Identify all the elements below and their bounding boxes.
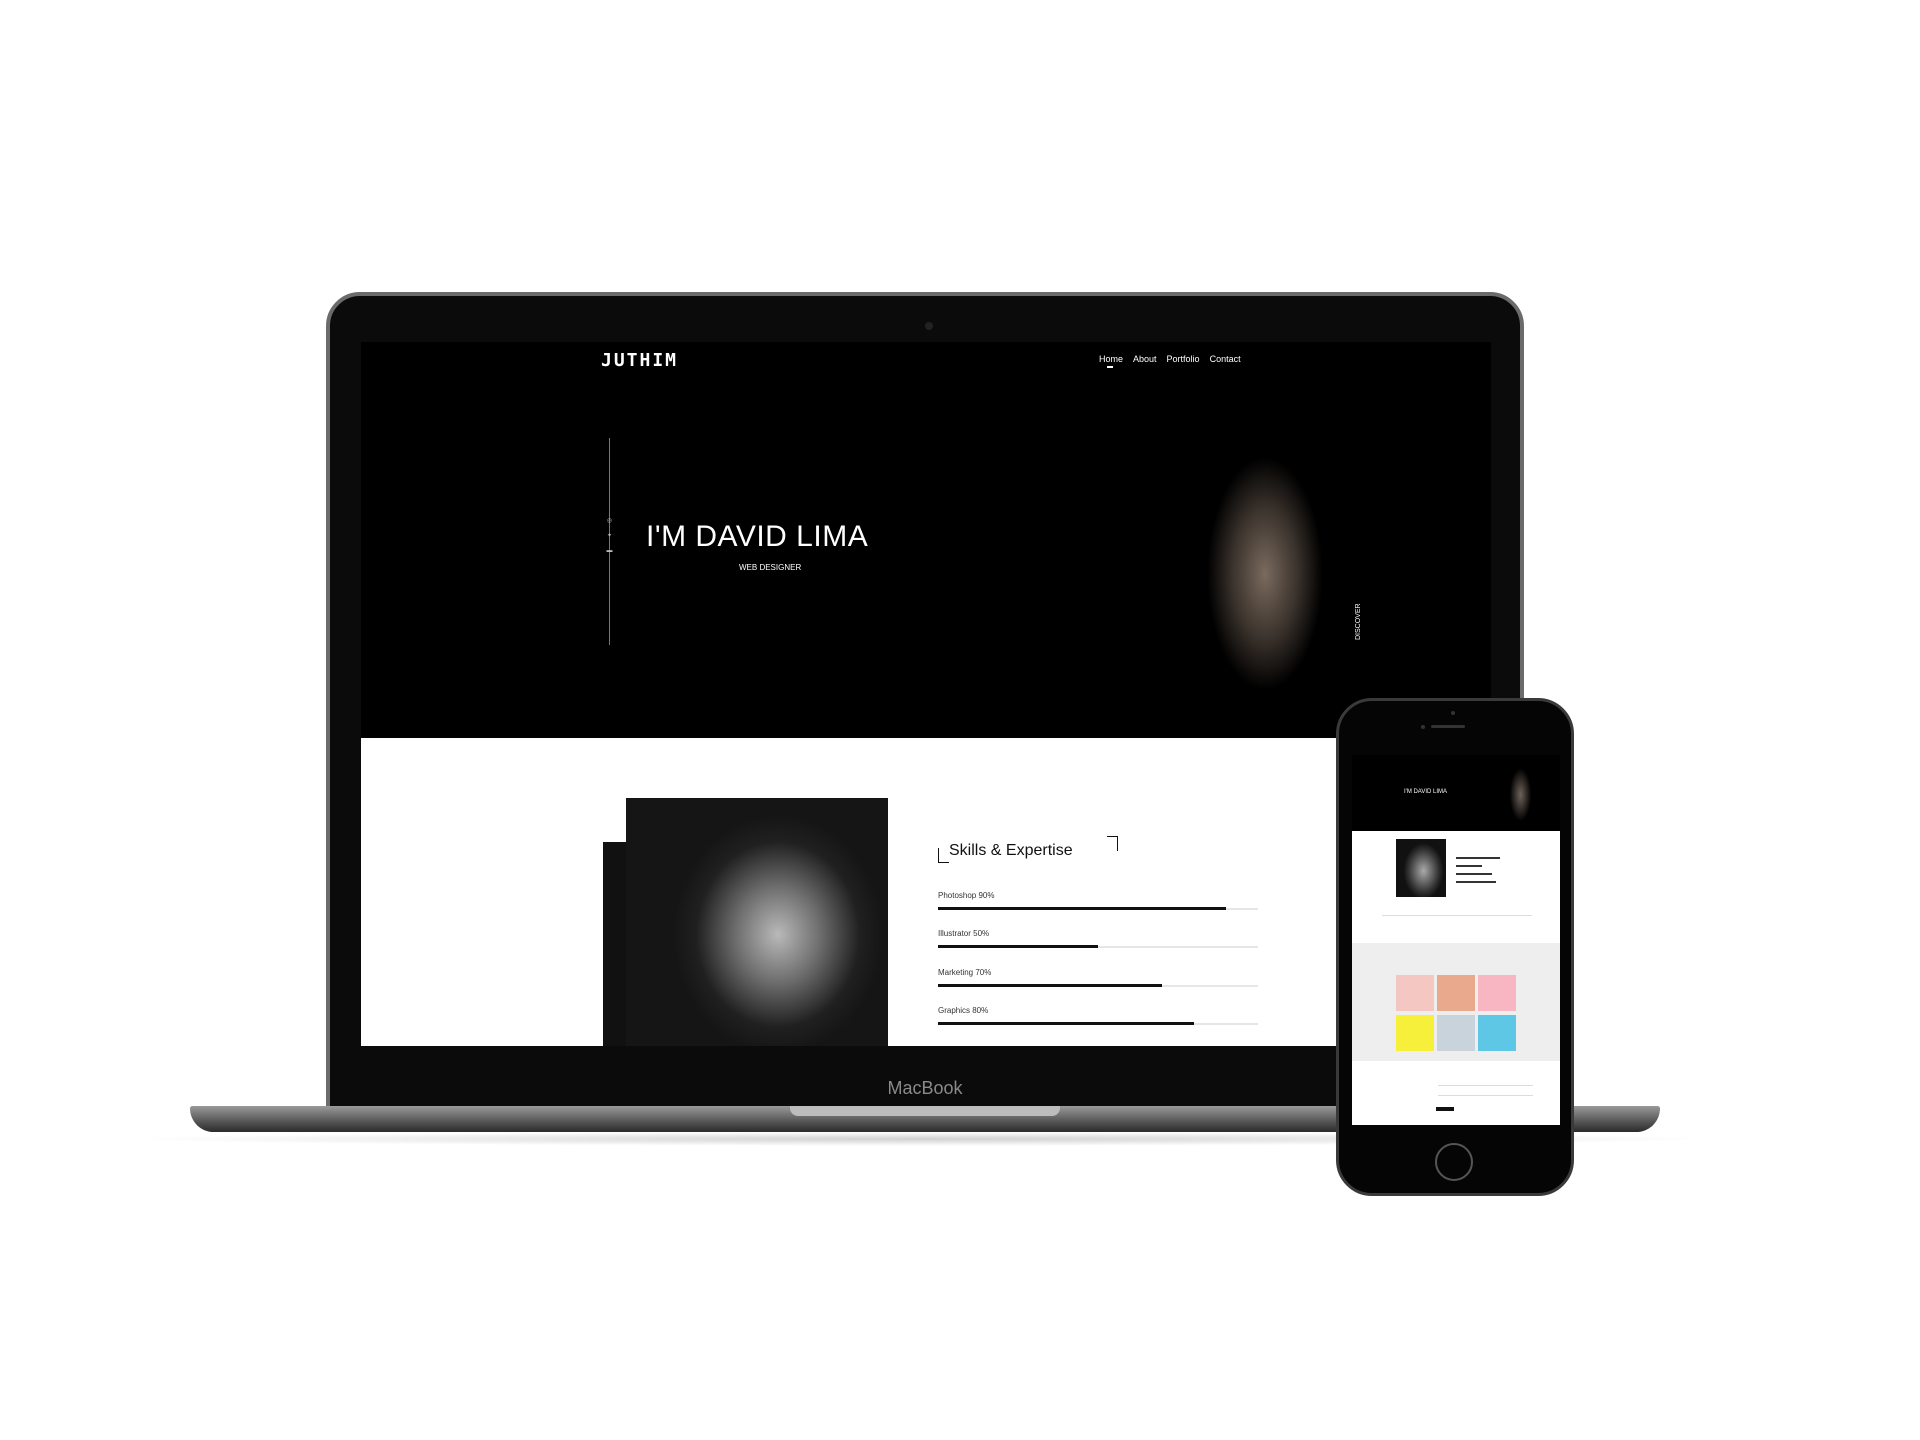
phone-portfolio-tile[interactable]: [1396, 975, 1434, 1011]
title-corner-left: [938, 848, 949, 863]
skill-illustrator: Illustrator 50%: [938, 929, 1258, 948]
skill-fill: [938, 945, 1098, 948]
nav-home[interactable]: Home: [1099, 354, 1123, 368]
phone-hero-portrait: [1504, 765, 1534, 831]
skill-track: [938, 1022, 1258, 1025]
nav-about[interactable]: About: [1133, 354, 1157, 364]
skill-track: [938, 945, 1258, 948]
phone: I'M DAVID LIMA: [1336, 698, 1574, 1196]
phone-form-field[interactable]: [1438, 1085, 1533, 1086]
phone-skill-bar: [1456, 857, 1500, 859]
skill-fill: [938, 984, 1162, 987]
skill-label: Photoshop 90%: [938, 891, 995, 900]
hero-subtitle: WEB DESIGNER: [739, 563, 802, 572]
skill-track: [938, 984, 1258, 987]
skill-graphics: Graphics 80%: [938, 1006, 1258, 1025]
phone-skill-bar: [1456, 881, 1496, 883]
site-logo[interactable]: JUTHIM: [601, 350, 678, 371]
main-nav: Home About Portfolio Contact: [1099, 354, 1241, 368]
phone-portfolio-tile[interactable]: [1437, 1015, 1475, 1051]
phone-camera-icon: [1451, 711, 1455, 715]
skill-fill: [938, 907, 1226, 910]
skill-label: Marketing 70%: [938, 968, 992, 977]
phone-screen: I'M DAVID LIMA: [1352, 755, 1560, 1125]
hero-section: JUTHIM Home About Portfolio Contact ◎ ✦ …: [361, 342, 1491, 738]
laptop-screen: JUTHIM Home About Portfolio Contact ◎ ✦ …: [361, 342, 1491, 1046]
phone-form-field[interactable]: [1438, 1095, 1533, 1096]
skill-fill: [938, 1022, 1194, 1025]
title-corner-right: [1107, 836, 1118, 851]
profile-photo: [626, 798, 888, 1046]
skill-marketing: Marketing 70%: [938, 968, 1258, 987]
phone-skill-bar: [1456, 873, 1492, 875]
social-links: ◎ ✦ ▬: [605, 518, 614, 554]
phone-divider: [1382, 915, 1532, 916]
phone-portfolio-tile[interactable]: [1437, 975, 1475, 1011]
about-section: Skills & Expertise Photoshop 90% Illustr…: [361, 738, 1491, 1046]
nav-contact[interactable]: Contact: [1210, 354, 1241, 364]
skills-title: Skills & Expertise: [949, 842, 1073, 859]
camera-icon: [925, 322, 933, 330]
instagram-icon[interactable]: ◎: [605, 518, 614, 524]
twitter-icon[interactable]: ✦: [605, 533, 614, 539]
nav-portfolio[interactable]: Portfolio: [1167, 354, 1200, 364]
phone-portfolio-tile[interactable]: [1478, 1015, 1516, 1051]
phone-portfolio-tile[interactable]: [1478, 975, 1516, 1011]
phone-profile-photo: [1396, 839, 1446, 897]
phone-hero: I'M DAVID LIMA: [1352, 755, 1560, 831]
skill-track: [938, 907, 1258, 910]
hero-title: I'M DAVID LIMA: [646, 520, 869, 553]
facebook-icon[interactable]: ▬: [605, 548, 614, 554]
skill-label: Illustrator 50%: [938, 929, 990, 938]
base-notch: [790, 1106, 1060, 1116]
phone-skill-bar: [1456, 865, 1482, 867]
phone-speaker: [1431, 725, 1465, 728]
phone-send-button[interactable]: [1436, 1107, 1454, 1111]
phone-portfolio-tile[interactable]: [1396, 1015, 1434, 1051]
hero-portrait: [1151, 422, 1341, 738]
discover-link[interactable]: DISCOVER: [1355, 603, 1362, 640]
phone-sensor-icon: [1421, 725, 1425, 729]
skill-label: Graphics 80%: [938, 1006, 989, 1015]
skill-photoshop: Photoshop 90%: [938, 891, 1258, 910]
phone-hero-title: I'M DAVID LIMA: [1404, 789, 1448, 795]
home-button[interactable]: [1435, 1143, 1473, 1181]
